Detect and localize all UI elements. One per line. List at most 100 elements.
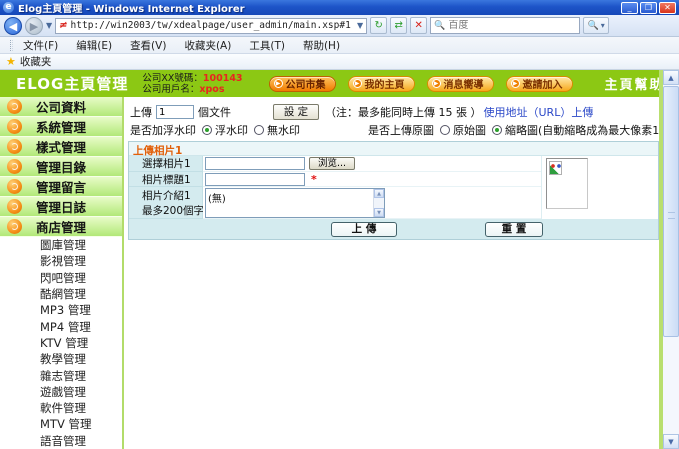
sidebar-sub-mp4[interactable]: MP4 管理 (0, 318, 122, 334)
sidebar-sub-teaching[interactable]: 教學管理 (0, 351, 122, 367)
photo-desc-textarea[interactable]: (無) (206, 189, 374, 217)
menu-tools[interactable]: 工具(T) (249, 38, 285, 53)
nav-message-wizard-button[interactable]: ▶消息嚮導 (427, 76, 494, 92)
menu-view[interactable]: 查看(V) (130, 38, 166, 53)
scroll-down-icon[interactable]: ▼ (374, 208, 384, 217)
toolbar-grip (10, 40, 13, 51)
sidebar-sub-mtv[interactable]: MTV 管理 (0, 416, 122, 432)
sidebar-sub-gallery[interactable]: 圖庫管理 (0, 237, 122, 253)
close-button[interactable]: ✕ (659, 2, 676, 14)
minimize-button[interactable]: _ (621, 2, 638, 14)
thumbnail-option-label[interactable]: 縮略圖(自動縮略成為最大像素1024x768) (505, 122, 679, 138)
search-icon: 🔍 (434, 21, 445, 31)
photo-field-label: 選擇相片1 (129, 156, 203, 172)
sidebar-item-logs[interactable]: 管理日誌 (0, 197, 123, 217)
sidebar-item-catalog[interactable]: 管理目錄 (0, 157, 123, 177)
nav-my-homepage-button[interactable]: ▶我的主頁 (348, 76, 415, 92)
username-value: xpos (199, 84, 224, 95)
scrollbar-thumb[interactable] (663, 86, 679, 337)
photo-field-cell: 浏览... (203, 156, 541, 172)
sidebar-sub-magazine[interactable]: 雜志管理 (0, 367, 122, 383)
search-go-button[interactable]: 🔍▾ (583, 17, 609, 34)
no-watermark-option-label[interactable]: 無水印 (267, 122, 300, 138)
sidebar-item-label: 系統管理 (36, 117, 86, 136)
orange-ball-icon (7, 99, 22, 114)
menu-edit[interactable]: 编辑(E) (76, 38, 112, 53)
sidebar-sub-coolweb[interactable]: 酷網管理 (0, 286, 122, 302)
menu-file[interactable]: 文件(F) (23, 38, 58, 53)
menu-help[interactable]: 帮助(H) (303, 38, 340, 53)
desc-field-label: 相片介紹1 最多200個字符 (129, 187, 203, 219)
site-favicon-icon: ≠ (58, 20, 69, 31)
back-icon[interactable]: ◀ (4, 17, 22, 35)
sidebar-sub-video[interactable]: 影視管理 (0, 253, 122, 269)
upload-button[interactable]: 上 傳 (331, 222, 397, 237)
nav-invite-button[interactable]: ▶邀請加入 (506, 76, 573, 92)
upload-suffix-label: 個文件 (198, 104, 231, 120)
history-chevron-icon[interactable]: ▼ (46, 21, 52, 30)
forward-icon[interactable]: ▶ (25, 17, 43, 35)
homepage-help-link[interactable]: 主頁幫助 (605, 74, 665, 93)
username-label: 公司用戶名： (142, 84, 199, 95)
reset-button[interactable]: 重 置 (485, 222, 543, 237)
app-header: ELOG主頁管理 公司XX號碼：100143 公司用戶名：xpos ▶公司市集 … (0, 70, 663, 97)
original-radio[interactable] (440, 125, 450, 135)
address-input[interactable]: ≠ http://win2003/tw/xdealpage/user_admin… (55, 18, 367, 34)
watermark-group-label: 是否加浮水印 (130, 122, 196, 138)
sidebar-sub-mp3[interactable]: MP3 管理 (0, 302, 122, 318)
restore-button[interactable]: ❐ (640, 2, 657, 14)
sidebar-item-label: 商店管理 (36, 217, 86, 236)
sidebar-sub-software[interactable]: 軟件管理 (0, 400, 122, 416)
upload-prefix-label: 上傳 (130, 104, 152, 120)
scroll-up-icon[interactable]: ▲ (374, 189, 384, 198)
sidebar-item-messages[interactable]: 管理留言 (0, 177, 123, 197)
orange-ball-icon (7, 179, 22, 194)
play-icon: ▶ (511, 79, 520, 88)
sidebar-sub-voice[interactable]: 語音管理 (0, 433, 122, 449)
upload-note: （注：最多能同時上傳 15 張 ） (325, 104, 482, 120)
scroll-up-icon[interactable]: ▲ (663, 70, 679, 85)
upload-count-input[interactable] (156, 105, 194, 119)
sidebar-item-style[interactable]: 樣式管理 (0, 137, 123, 157)
search-input[interactable] (448, 20, 576, 31)
form-button-band: 上 傳 重 置 (129, 219, 658, 239)
nav-company-market-button[interactable]: ▶公司市集 (269, 76, 336, 92)
search-box[interactable]: 🔍 (430, 17, 580, 34)
go-icon[interactable]: ⇄ (390, 17, 407, 34)
desc-label-line2: 最多200個字符 (142, 203, 202, 218)
textarea-scrollbar[interactable]: ▲ ▼ (373, 189, 384, 217)
search-options-chevron-icon[interactable]: ▾ (601, 21, 605, 30)
menu-favorites[interactable]: 收藏夹(A) (184, 38, 231, 53)
refresh-icon[interactable]: ↻ (370, 17, 387, 34)
thumbnail-radio[interactable] (492, 125, 502, 135)
sidebar-item-company-info[interactable]: 公司資料 (0, 97, 123, 117)
address-dropdown-icon[interactable]: ▼ (357, 21, 363, 30)
title-bar: e Elog主頁管理 - Windows Internet Explorer _… (0, 0, 679, 15)
sidebar-sub-ktv[interactable]: KTV 管理 (0, 335, 122, 351)
set-button[interactable]: 設 定 (273, 104, 319, 120)
sidebar-sub-flash[interactable]: 閃吧管理 (0, 270, 122, 286)
company-code-value: 100143 (203, 73, 243, 84)
photo-title-input[interactable] (205, 173, 305, 186)
sidebar-sub-games[interactable]: 遊戲管理 (0, 384, 122, 400)
upload-form: 上傳相片1 選擇相片1 浏览... 相片標題1 * 相片介紹1 最多200個字符 (128, 141, 659, 240)
page-scrollbar[interactable]: ▲ ▼ (663, 70, 679, 449)
options-row: 是否加浮水印 浮水印 無水印 是否上傳原圖 原始圖 縮略圖(自動縮略成為最大像素… (130, 122, 655, 138)
sidebar-item-shop[interactable]: 商店管理 (0, 217, 123, 237)
scroll-down-icon[interactable]: ▼ (663, 434, 679, 449)
orange-ball-icon (7, 119, 22, 134)
watermark-radio[interactable] (202, 125, 212, 135)
sidebar-item-label: 樣式管理 (36, 137, 86, 156)
original-option-label[interactable]: 原始圖 (453, 122, 486, 138)
favorites-star-icon: ★ (6, 55, 16, 68)
nav-label: 公司市集 (286, 76, 326, 91)
original-group-label: 是否上傳原圖 (368, 122, 434, 138)
watermark-option-label[interactable]: 浮水印 (215, 122, 248, 138)
browse-button[interactable]: 浏览... (309, 157, 355, 170)
stop-icon[interactable]: ✕ (410, 17, 427, 34)
favorites-button[interactable]: 收藏夹 (20, 54, 52, 69)
photo-file-input[interactable] (205, 157, 305, 170)
no-watermark-radio[interactable] (254, 125, 264, 135)
url-upload-link[interactable]: 使用地址（URL）上傳 (484, 104, 594, 120)
sidebar-item-system[interactable]: 系統管理 (0, 117, 123, 137)
